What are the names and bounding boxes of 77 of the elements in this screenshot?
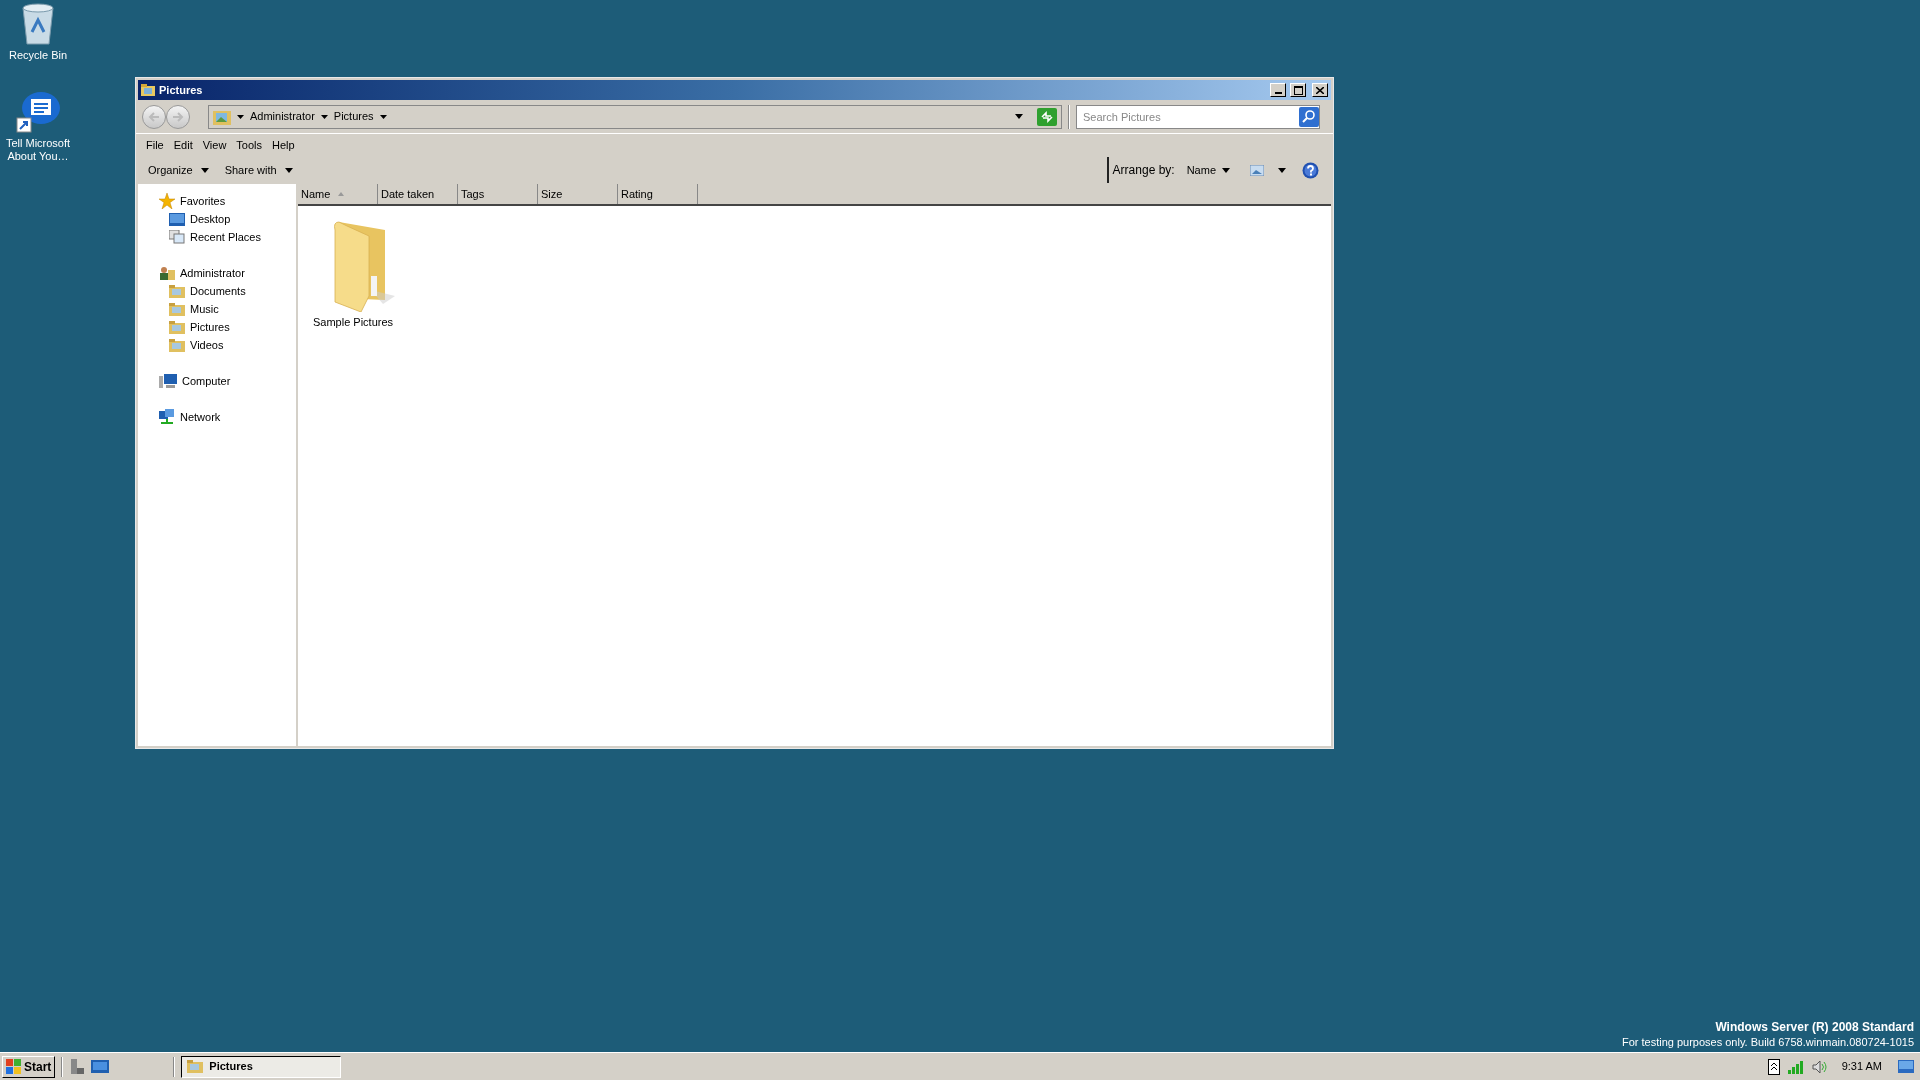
window-title: Pictures bbox=[159, 82, 203, 98]
nav-item[interactable]: Desktop bbox=[190, 210, 231, 228]
folder-label[interactable]: Sample Pictures bbox=[312, 314, 394, 331]
column-header[interactable]: Name bbox=[298, 184, 378, 204]
search-icon[interactable] bbox=[1299, 106, 1319, 127]
breadcrumb-item[interactable]: Administrator bbox=[250, 108, 315, 125]
search-field[interactable]: Search Pictures bbox=[1076, 104, 1320, 129]
nav-item[interactable]: Pictures bbox=[190, 318, 230, 336]
show-hidden-icons-icon[interactable] bbox=[1767, 1058, 1780, 1075]
caret-icon[interactable] bbox=[379, 114, 387, 119]
help-icon[interactable] bbox=[1302, 161, 1319, 179]
nav-item[interactable]: Administrator bbox=[180, 264, 245, 282]
arrange-dropdown[interactable]: Name bbox=[1184, 161, 1232, 179]
nav-item[interactable]: Music bbox=[190, 300, 219, 318]
nav-item[interactable]: Recent Places bbox=[190, 228, 261, 246]
caret-icon[interactable] bbox=[1278, 167, 1286, 173]
recycle-bin-icon[interactable] bbox=[20, 2, 56, 46]
caret-icon[interactable] bbox=[320, 114, 328, 119]
refresh-icon[interactable] bbox=[1037, 107, 1057, 126]
desktop-icon[interactable] bbox=[91, 1059, 110, 1074]
computer-icon bbox=[159, 374, 177, 388]
star-icon bbox=[159, 193, 175, 209]
desktop-icon-label: Tell Microsoft About You… bbox=[4, 137, 72, 163]
show-desktop-icon[interactable] bbox=[1898, 1059, 1914, 1074]
maximize-icon bbox=[1293, 85, 1303, 95]
folder-icon bbox=[169, 320, 185, 334]
close-button[interactable] bbox=[1312, 83, 1328, 97]
address-bar[interactable]: Administrator Pictures bbox=[208, 104, 1062, 129]
toolbar-button[interactable]: Share with bbox=[220, 159, 297, 181]
maximize-button[interactable] bbox=[1290, 83, 1306, 97]
feedback-icon[interactable] bbox=[15, 90, 61, 134]
view-icon[interactable] bbox=[1250, 164, 1264, 176]
column-header[interactable]: Rating bbox=[618, 184, 698, 204]
pictures-folder-icon bbox=[213, 108, 231, 125]
nav-item[interactable]: Videos bbox=[190, 336, 224, 354]
taskbar-button[interactable]: Pictures bbox=[181, 1055, 342, 1078]
folder-icon bbox=[187, 1060, 204, 1073]
caret-icon bbox=[200, 167, 209, 173]
caret-icon bbox=[284, 167, 293, 173]
dropdown-caret-icon[interactable] bbox=[1015, 114, 1023, 119]
desktop-icon bbox=[169, 212, 185, 226]
caret-icon[interactable] bbox=[237, 114, 244, 119]
users-icon bbox=[159, 266, 175, 280]
column-header[interactable]: Tags bbox=[458, 184, 538, 204]
menu-item[interactable]: File bbox=[144, 136, 166, 154]
arrange-by-label: Arrange by: bbox=[1112, 162, 1175, 179]
menu-item[interactable]: View bbox=[200, 136, 229, 154]
edition-text: Windows Server (R) 2008 Standard bbox=[1715, 1020, 1914, 1035]
menu-item[interactable]: Help bbox=[270, 136, 297, 154]
menu-item[interactable]: Tools bbox=[234, 136, 265, 154]
folder-icon bbox=[169, 302, 185, 316]
windows-logo-icon bbox=[6, 1058, 22, 1075]
nav-item[interactable]: Network bbox=[180, 408, 221, 426]
start-button[interactable]: Start bbox=[2, 1055, 56, 1078]
toolbar-button[interactable]: Organize bbox=[144, 159, 213, 181]
network-icon bbox=[159, 409, 175, 425]
column-header[interactable]: Date taken bbox=[378, 184, 458, 204]
nav-item[interactable]: Computer bbox=[182, 372, 231, 390]
back-arrow-icon bbox=[148, 111, 160, 122]
minimize-icon bbox=[1274, 92, 1282, 94]
column-header[interactable]: Size bbox=[538, 184, 618, 204]
minimize-button[interactable] bbox=[1270, 83, 1286, 97]
recent-places-icon bbox=[169, 230, 185, 244]
menu-item[interactable]: Edit bbox=[171, 136, 195, 154]
clock[interactable]: 9:31 AM bbox=[1841, 1058, 1882, 1075]
nav-item[interactable]: Favorites bbox=[180, 192, 226, 210]
folder-icon bbox=[169, 284, 185, 298]
desktop-icon-label: Recycle Bin bbox=[7, 49, 69, 62]
folder-icon bbox=[169, 338, 185, 352]
breadcrumb-item[interactable]: Pictures bbox=[333, 108, 374, 125]
speaker-icon[interactable] bbox=[1811, 1059, 1828, 1074]
forward-arrow-icon bbox=[172, 111, 184, 122]
close-icon bbox=[1316, 86, 1324, 94]
nav-item[interactable]: Documents bbox=[190, 282, 246, 300]
folder-icon bbox=[141, 84, 155, 96]
build-text: For testing purposes only. Build 6758.winmain.080724-1015 bbox=[1621, 1035, 1914, 1050]
caret-icon bbox=[1222, 167, 1230, 173]
